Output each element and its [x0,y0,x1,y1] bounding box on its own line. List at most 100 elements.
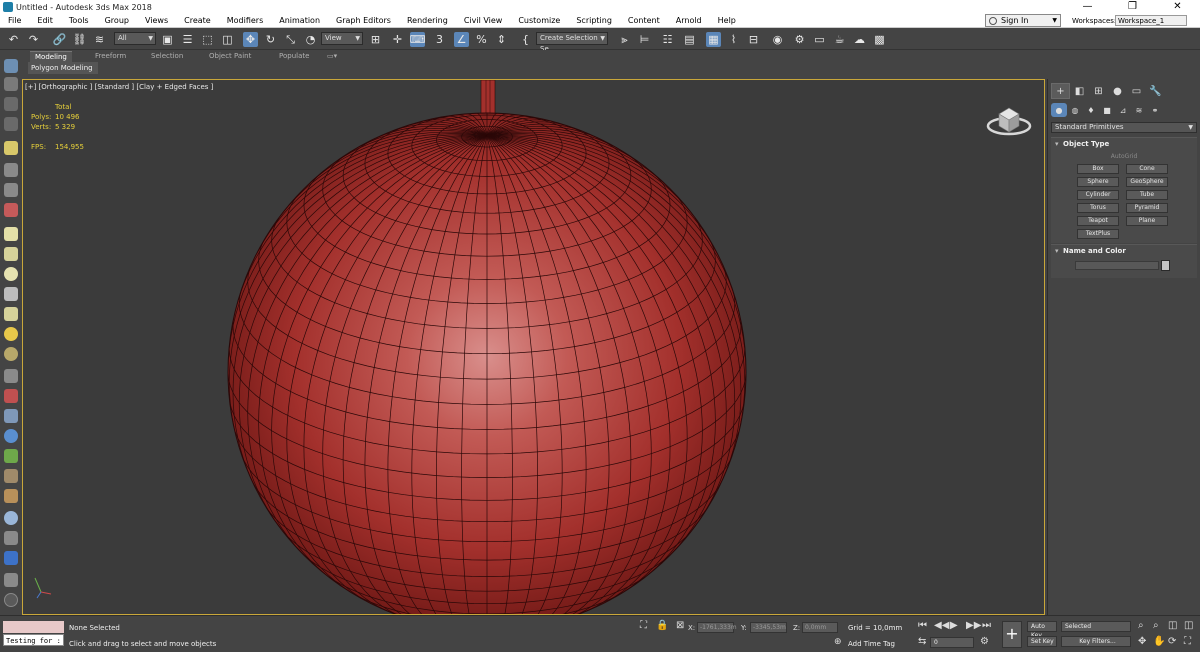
goto-end-icon[interactable]: ⏭ [982,620,991,631]
toggle-ribbon-icon[interactable]: ▦ [706,32,721,47]
keyboard-shortcut-override-icon[interactable]: ⌨ [410,32,425,47]
schematic-view-icon[interactable]: ⊟ [746,32,761,47]
maximize-button[interactable]: ❐ [1110,0,1155,14]
sphere-light-icon[interactable] [4,347,18,361]
maxscript-mini-listener[interactable]: Testing for : [3,634,64,646]
time-tag-icon[interactable]: ⊕ [834,637,842,647]
mirror-icon[interactable]: ⫸ [617,32,632,47]
undo-icon[interactable]: ↶ [6,32,21,47]
field-of-view-icon[interactable]: ✥ [1138,636,1146,647]
maxscript-listener[interactable] [3,621,64,633]
tab-freeform[interactable]: Freeform [90,51,131,62]
unlink-icon[interactable]: ⛓ [72,32,87,47]
select-by-name-icon[interactable]: ☰ [180,32,195,47]
menu-file[interactable]: File [0,14,29,28]
character-icon[interactable] [4,469,18,483]
select-and-place-icon[interactable]: ◔ [303,32,318,47]
menu-graph-editors[interactable]: Graph Editors [328,14,399,28]
ribbon-panel-polygon-modeling[interactable]: Polygon Modeling [28,62,98,74]
orbit-icon[interactable]: ⟳ [1168,636,1176,647]
select-and-rotate-icon[interactable]: ↻ [263,32,278,47]
menu-help[interactable]: Help [710,14,744,28]
select-object-icon[interactable]: ▣ [160,32,175,47]
render-production-icon[interactable]: ☕ [832,32,847,47]
x-coordinate-field[interactable]: -1761,333m [697,622,737,633]
menu-group[interactable]: Group [97,14,137,28]
render-icon[interactable] [4,551,18,565]
tab-modeling[interactable]: Modeling [30,51,72,62]
brush-icon[interactable] [4,389,18,403]
rectangular-selection-icon[interactable]: ⬚ [200,32,215,47]
tab-object-paint[interactable]: Object Paint [204,51,256,62]
material-editor-icon[interactable]: ◉ [770,32,785,47]
cameras-icon[interactable]: ■ [1099,103,1115,117]
set-keys-icon[interactable]: + [1002,621,1022,648]
toggle-layer-explorer-icon[interactable]: ▤ [682,32,697,47]
material-sphere-icon[interactable] [4,511,18,525]
time-configuration-icon[interactable]: ⚙ [980,636,989,647]
absolute-mode-icon[interactable]: ⊠ [676,620,684,631]
previous-frame-icon[interactable]: ◀◀ [934,620,949,631]
layer-explorer-icon[interactable] [4,117,18,131]
menu-modifiers[interactable]: Modifiers [219,14,272,28]
key-selection-dropdown[interactable]: Selected [1061,621,1131,632]
spacewarp-icon[interactable] [4,203,18,217]
helpers-icon[interactable]: ⊿ [1115,103,1131,117]
geosphere-button[interactable]: GeoSphere [1126,177,1168,187]
y-coordinate-field[interactable]: -3345,53m [750,622,787,633]
plane-button[interactable]: Plane [1126,216,1168,226]
menu-civil-view[interactable]: Civil View [456,14,511,28]
align-icon[interactable]: ⊨ [637,32,652,47]
utilities-tab-icon[interactable]: 🔧 [1146,83,1165,99]
zoom-icon[interactable]: ⌕ [1138,620,1144,631]
toggle-scene-explorer-icon[interactable]: ☷ [660,32,675,47]
plant-icon[interactable] [4,449,18,463]
menu-edit[interactable]: Edit [29,14,61,28]
viewport-orthographic[interactable]: [+] [Orthographic ] [Standard ] [Clay + … [22,79,1045,615]
add-time-tag[interactable]: Add Time Tag [848,640,895,648]
pyramid-button[interactable]: Pyramid [1126,203,1168,213]
lights-icon[interactable]: ♦ [1083,103,1099,117]
object-name-field[interactable] [1075,261,1159,270]
scene-explorer-icon[interactable] [4,97,18,111]
grid-icon[interactable] [4,369,18,383]
menu-arnold[interactable]: Arnold [668,14,710,28]
current-frame-field[interactable]: 0 [930,637,974,648]
hierarchy-tab-icon[interactable]: ⊞ [1089,83,1108,99]
key-mode-icon[interactable]: ⇆ [918,636,926,647]
modify-tab-icon[interactable]: ◧ [1070,83,1089,99]
object-color-swatch[interactable] [1161,260,1170,271]
play-icon[interactable]: ▶ [950,620,958,631]
key-filters-button[interactable]: Key Filters... [1061,636,1131,647]
menu-content[interactable]: Content [620,14,668,28]
cone-icon[interactable] [4,307,18,321]
textplus-button[interactable]: TextPlus [1077,229,1119,239]
space-warps-icon[interactable]: ≋ [1131,103,1147,117]
box-button[interactable]: Box [1077,164,1119,174]
redo-icon[interactable]: ↷ [26,32,41,47]
reference-coordinate-dropdown[interactable]: View ▼ [321,32,363,45]
z-coordinate-field[interactable]: 0,0mm [802,622,838,633]
zoom-extents-all-icon[interactable]: ◫ [1184,620,1193,631]
tube-button[interactable]: Tube [1126,190,1168,200]
close-button[interactable]: ✕ [1155,0,1200,14]
edit-named-selections-icon[interactable]: { [518,32,533,47]
help-icon[interactable] [4,593,18,607]
link-icon[interactable]: 🔗 [52,32,67,47]
bind-space-warp-icon[interactable]: ≋ [92,32,107,47]
sphere-button[interactable]: Sphere [1077,177,1119,187]
isolate-selection-icon[interactable]: ⛶ [640,620,647,631]
angle-snap-icon[interactable]: ∠ [454,32,469,47]
cylinder-button[interactable]: Cylinder [1077,190,1119,200]
biped-icon[interactable] [4,409,18,423]
torus-button[interactable]: Torus [1077,203,1119,213]
a360-gallery-icon[interactable]: ▩ [872,32,887,47]
cone-button[interactable]: Cone [1126,164,1168,174]
motion-tab-icon[interactable]: ● [1108,83,1127,99]
tab-populate[interactable]: Populate [274,51,314,62]
percent-snap-icon[interactable]: % [474,32,489,47]
menu-tools[interactable]: Tools [61,14,97,28]
workspace-select[interactable]: Workspace_1 [1115,15,1187,26]
create-tab-icon[interactable]: + [1051,83,1070,99]
geometry-icon[interactable]: ● [1051,103,1067,117]
